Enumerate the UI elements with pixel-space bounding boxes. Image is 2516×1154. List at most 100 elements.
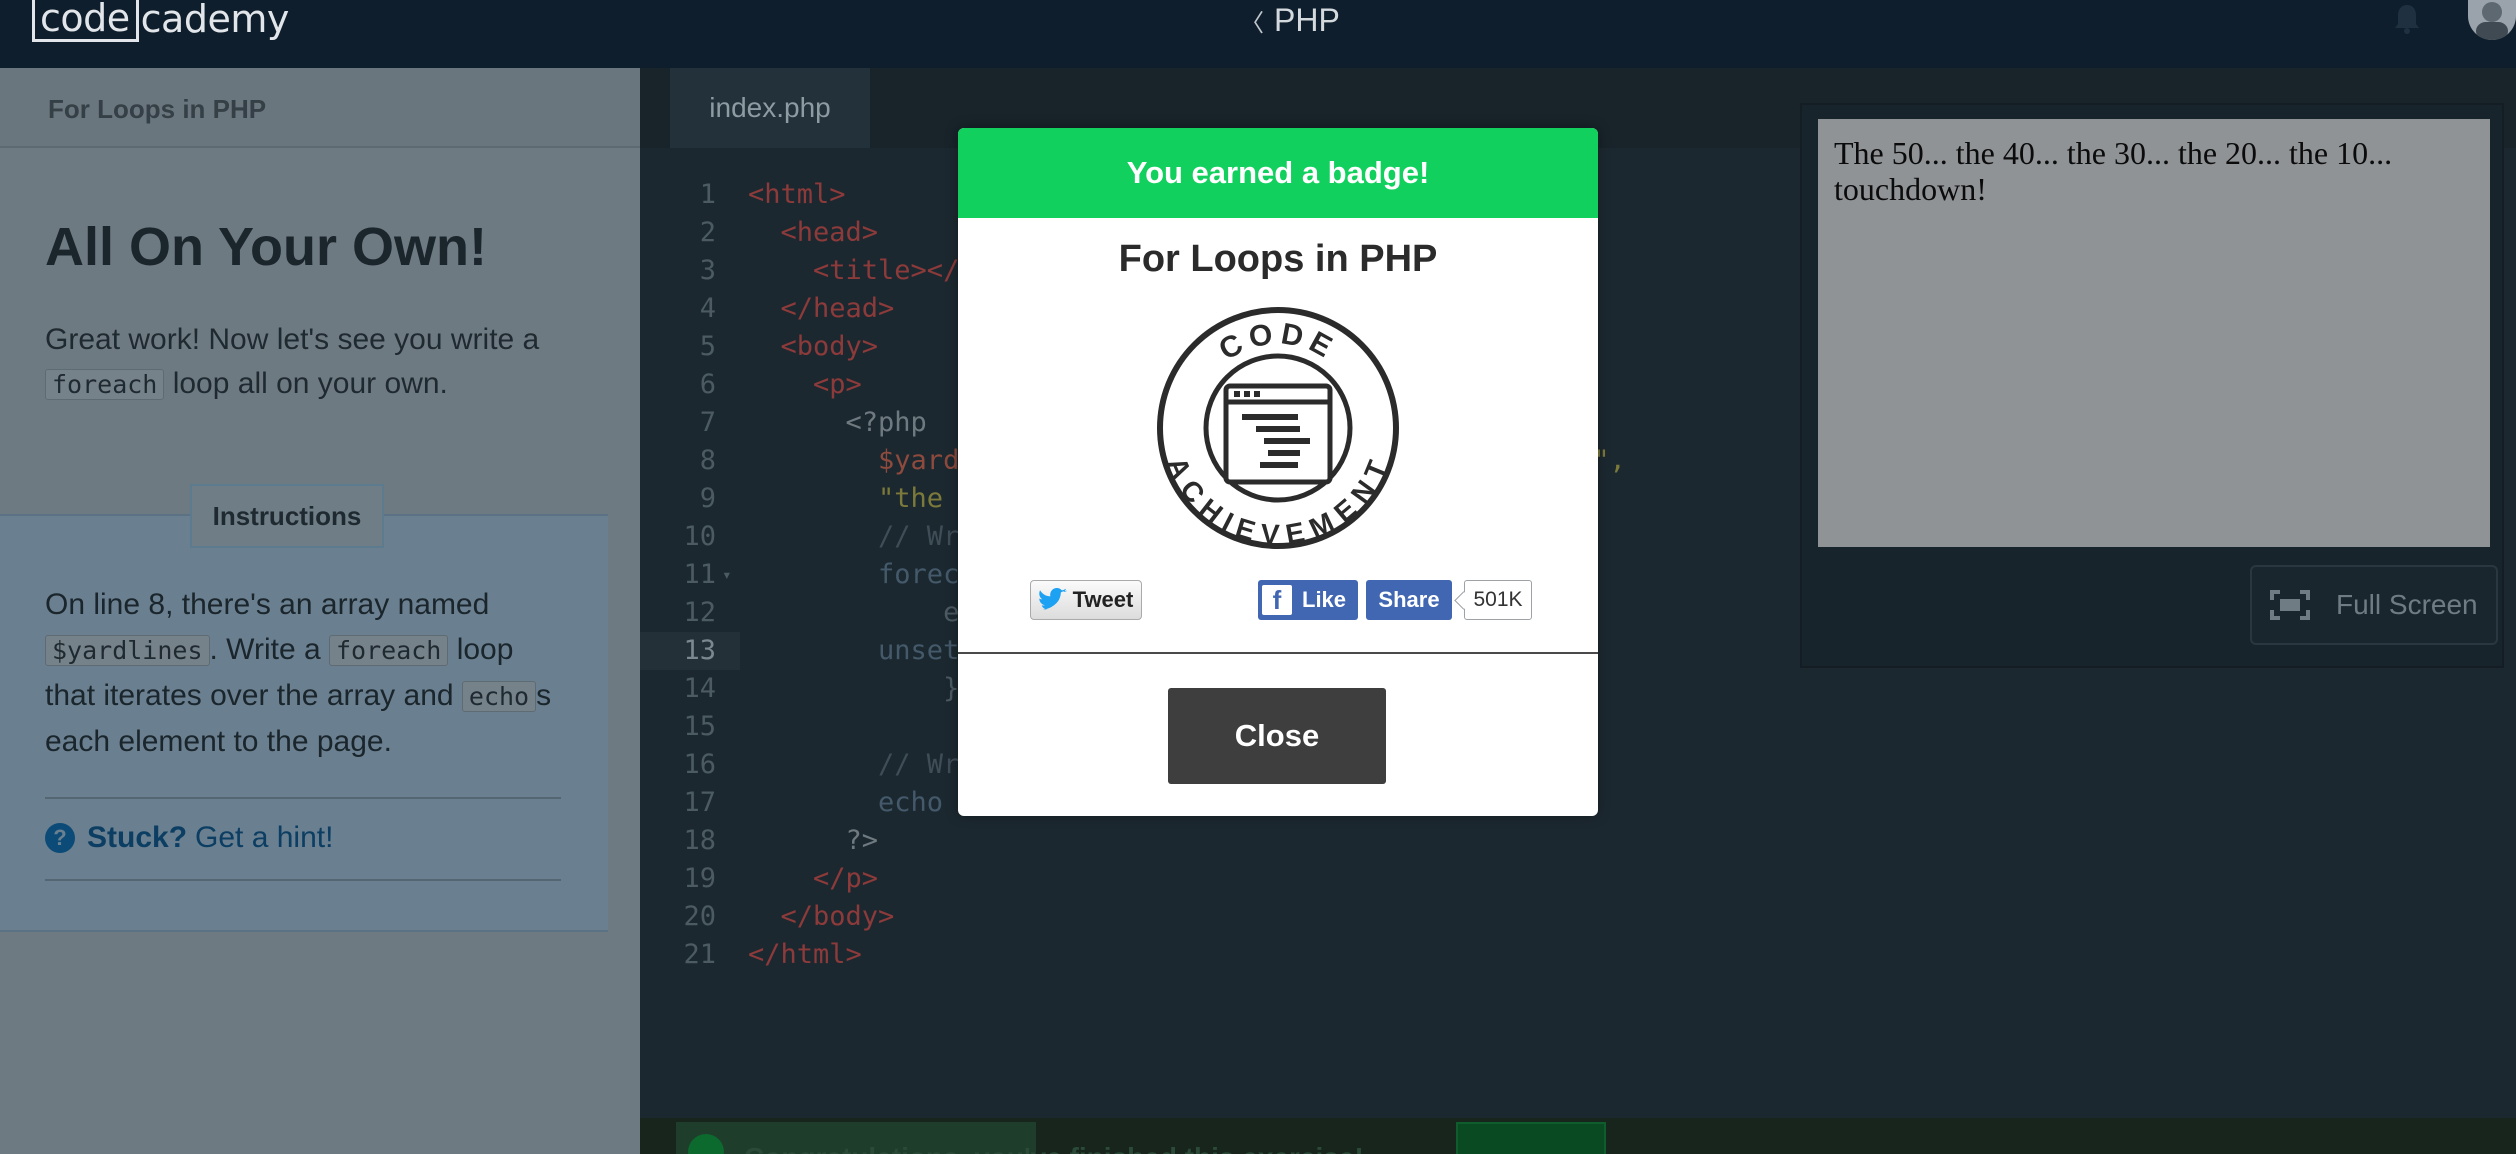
code-line[interactable]: 18 ?> — [640, 822, 2516, 860]
code-token: </body> — [748, 901, 895, 932]
code-text: <?php — [748, 404, 927, 442]
code-token: </html> — [748, 939, 862, 970]
twitter-bird-icon — [1038, 588, 1067, 610]
line-number: 2 — [699, 217, 716, 248]
code-text: </html> — [748, 936, 862, 974]
line-number: 14 — [683, 673, 716, 704]
instructions-part: . Write a — [209, 633, 321, 666]
instructions-text: On line 8, there's an array named $yardl… — [45, 582, 565, 764]
lesson-intro: Great work! Now let's see you write a fo… — [45, 318, 605, 407]
divider — [45, 797, 561, 799]
code-text: "the — [748, 480, 959, 518]
lesson-title: All On Your Own! — [45, 217, 487, 277]
code-line[interactable]: 20 </body> — [640, 898, 2516, 936]
tweet-button[interactable]: Tweet — [1030, 580, 1142, 620]
line-number: 17 — [683, 787, 716, 818]
code-token: <body> — [748, 331, 879, 362]
congrats-message: Congratulations, you've finished this ex… — [744, 1142, 1364, 1154]
logo-cademy: cademy — [140, 0, 290, 41]
code-token: echo — [748, 787, 944, 818]
code-text: <head> — [748, 214, 879, 252]
code-token: <p> — [748, 369, 862, 400]
question-icon: ? — [45, 823, 75, 853]
output-view: The 50... the 40... the 30... the 20... … — [1818, 119, 2490, 547]
line-number: 4 — [699, 293, 716, 324]
code-text: <body> — [748, 328, 879, 366]
code-token: </p> — [748, 863, 879, 894]
code-token: <html> — [748, 179, 846, 210]
code-text: } — [748, 670, 959, 708]
lesson-header-title: For Loops in PHP — [48, 94, 267, 124]
badge-top-text: CODE — [1214, 317, 1337, 367]
code-token: </head> — [748, 293, 895, 324]
line-number: 18 — [683, 825, 716, 856]
full-screen-button[interactable]: Full Screen — [2250, 565, 2498, 645]
line-number: 21 — [683, 939, 716, 970]
course-name: PHP — [1274, 1, 1340, 38]
line-number: 13 — [640, 632, 740, 670]
badge-title: For Loops in PHP — [1118, 238, 1438, 280]
next-button[interactable] — [1456, 1122, 1606, 1154]
inline-code: $yardlines — [45, 635, 210, 666]
intro-text: Great work! Now let's see you write a — [45, 323, 540, 356]
avatar[interactable] — [2468, 0, 2516, 40]
codecademy-logo[interactable]: code cademy — [32, 0, 289, 42]
top-nav-bar: code cademy 〈 PHP — [0, 0, 2516, 68]
instructions-part: On line 8, there's an array named — [45, 588, 490, 621]
output-panel: The 50... the 40... the 30... the 20... … — [1800, 103, 2504, 668]
facebook-share-button[interactable]: Share — [1366, 580, 1452, 620]
facebook-icon: f — [1262, 585, 1292, 615]
inline-code: foreach — [329, 635, 449, 666]
code-token: <head> — [748, 217, 879, 248]
bottom-bar: Congratulations, you've finished this ex… — [640, 1118, 2516, 1154]
code-line[interactable]: 21 </html> — [640, 936, 2516, 974]
svg-text:CODE: CODE — [1214, 317, 1343, 367]
divider — [45, 879, 561, 881]
line-number: 19 — [683, 863, 716, 894]
tweet-label: Tweet — [1072, 587, 1134, 612]
facebook-like-button[interactable]: f Like — [1258, 580, 1358, 620]
bell-icon[interactable] — [2392, 2, 2422, 36]
code-text: <p> — [748, 366, 862, 404]
code-line[interactable]: 19 </p> — [640, 860, 2516, 898]
badge-modal: You earned a badge! For Loops in PHP COD… — [958, 128, 1598, 816]
chevron-left-icon: 〈 — [1240, 9, 1264, 37]
code-achievement-badge-icon: CODE ACHIEVEMENT — [1157, 307, 1399, 550]
hint-link[interactable]: ? Stuck? Get a hint! — [45, 821, 333, 855]
code-token: ?> — [748, 825, 879, 856]
line-number: 5 — [699, 331, 716, 362]
code-text: <title></ — [748, 252, 959, 290]
code-text: // Wr — [748, 746, 959, 784]
fold-arrow-icon[interactable]: ▾ — [722, 556, 732, 594]
line-number: 3 — [699, 255, 716, 286]
line-number: 20 — [683, 901, 716, 932]
full-screen-label: Full Screen — [2336, 589, 2478, 620]
like-count: 501K — [1464, 580, 1532, 620]
hint-link-text[interactable]: Get a hint! — [195, 821, 333, 855]
code-text: </body> — [748, 898, 895, 936]
line-number: 8 — [699, 445, 716, 476]
code-token: forec — [748, 559, 960, 590]
tab-index-php[interactable]: index.php — [670, 68, 870, 148]
code-token: } — [748, 673, 960, 704]
code-text: // Wr — [748, 518, 959, 556]
line-number: 10 — [683, 521, 716, 552]
line-number: 15 — [683, 711, 716, 742]
code-text: e — [748, 594, 959, 632]
code-token: // Wr — [748, 749, 960, 780]
modal-header-text: You earned a badge! — [1126, 155, 1430, 190]
modal-divider — [958, 652, 1598, 654]
logo-code: code — [32, 0, 139, 42]
inline-code: echo — [461, 681, 537, 712]
course-breadcrumb[interactable]: 〈 PHP — [1240, 0, 1340, 40]
like-label: Like — [1302, 587, 1347, 612]
close-button[interactable]: Close — [1168, 688, 1386, 784]
code-text: unset — [748, 632, 959, 670]
lesson-panel: For Loops in PHP All On Your Own! Great … — [0, 68, 640, 1154]
code-token: $yard — [748, 445, 960, 476]
line-number: 12 — [683, 597, 716, 628]
instructions-label: Instructions — [190, 484, 384, 548]
code-token: "the — [748, 483, 960, 514]
code-text: forec — [748, 556, 959, 594]
code-token: <?php — [748, 407, 927, 438]
